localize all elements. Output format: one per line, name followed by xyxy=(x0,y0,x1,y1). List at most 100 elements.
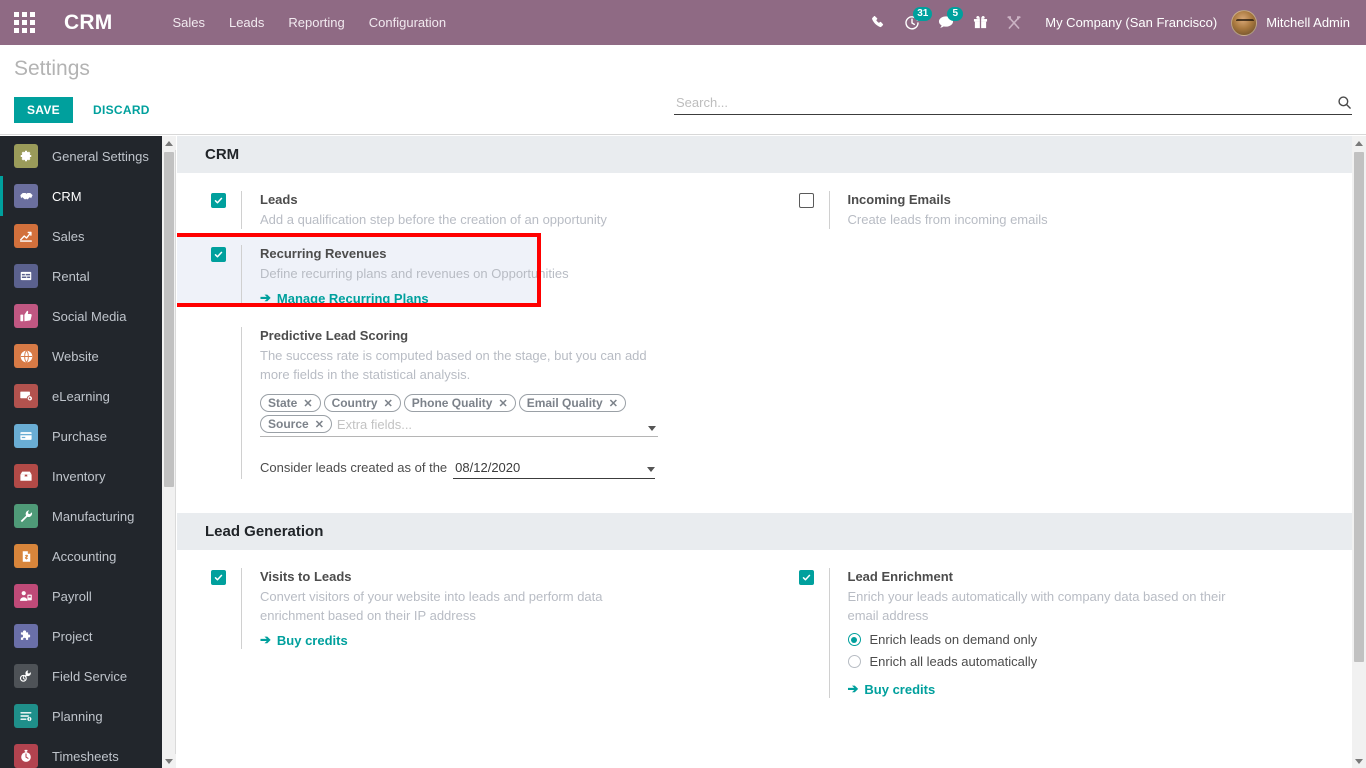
invoice-icon xyxy=(14,544,38,568)
manage-recurring-plans-link[interactable]: ➔ Manage Recurring Plans xyxy=(260,290,429,306)
incoming-emails-checkbox-cell xyxy=(793,191,829,208)
chevron-down-icon[interactable] xyxy=(648,426,656,431)
sidebar-item-manufacturing[interactable]: Manufacturing xyxy=(0,496,162,536)
tag-country[interactable]: Country ✕ xyxy=(323,394,401,412)
menu-leads[interactable]: Leads xyxy=(217,0,276,45)
leads-text: Leads Add a qualification step before th… xyxy=(241,191,747,229)
section-header-lead-generation: Lead Generation xyxy=(177,513,1352,550)
consider-leads-date-field xyxy=(453,459,656,479)
discard-button[interactable]: DISCARD xyxy=(81,97,162,123)
sidebar-item-project[interactable]: Project xyxy=(0,616,162,656)
recurring-revenues-checkbox[interactable] xyxy=(211,247,226,262)
sidebar-item-label: Manufacturing xyxy=(52,508,135,524)
visits-to-leads-checkbox[interactable] xyxy=(211,570,226,585)
content-scroll-thumb[interactable] xyxy=(1354,152,1364,662)
visits-to-leads-buy-credits-link[interactable]: ➔ Buy credits xyxy=(260,632,348,648)
search-icon[interactable] xyxy=(1337,95,1352,110)
tag-remove-icon[interactable]: ✕ xyxy=(303,397,312,410)
page-title: Settings xyxy=(14,57,90,80)
save-button[interactable]: SAVE xyxy=(14,97,73,123)
apps-menu-button[interactable] xyxy=(0,0,48,45)
incoming-emails-checkbox[interactable] xyxy=(798,193,814,208)
section-body-crm: Leads Add a qualification step before th… xyxy=(177,173,1352,489)
radio-enrich-automatically-input[interactable] xyxy=(847,655,861,668)
company-switcher[interactable]: My Company (San Francisco) xyxy=(1045,15,1217,30)
tag-remove-icon[interactable]: ✕ xyxy=(609,397,618,410)
tag-label: Source xyxy=(268,417,309,431)
lead-enrichment-buy-credits-link[interactable]: ➔ Buy credits xyxy=(848,681,936,697)
sidebar-scroll-thumb[interactable] xyxy=(164,152,174,487)
tag-remove-icon[interactable]: ✕ xyxy=(498,397,507,410)
sidebar-scroll-down-button[interactable] xyxy=(162,754,176,768)
tag-source[interactable]: Source ✕ xyxy=(260,415,332,433)
app-brand-name[interactable]: CRM xyxy=(64,11,112,35)
activities-button[interactable]: 31 xyxy=(895,0,933,45)
tag-label: State xyxy=(268,396,298,410)
menu-sales[interactable]: Sales xyxy=(160,0,217,45)
sidebar-item-elearning[interactable]: eLearning xyxy=(0,376,162,416)
sidebar-item-inventory[interactable]: Inventory xyxy=(0,456,162,496)
sidebar-scrollbar[interactable] xyxy=(162,136,176,768)
sidebar-item-crm[interactable]: CRM xyxy=(0,176,162,216)
phone-button[interactable] xyxy=(861,0,895,45)
service-tools-icon xyxy=(14,664,38,688)
radio-enrich-on-demand[interactable]: Enrich leads on demand only xyxy=(847,632,1335,647)
sidebar-item-field-service[interactable]: Field Service xyxy=(0,656,162,696)
menu-reporting[interactable]: Reporting xyxy=(276,0,356,45)
chart-line-icon xyxy=(14,224,38,248)
developer-tools-icon xyxy=(1007,15,1021,29)
messages-button[interactable]: 5 xyxy=(929,0,964,45)
manage-recurring-plans-label: Manage Recurring Plans xyxy=(276,290,429,306)
settings-section-crm: CRM Leads Add a qualification step befor… xyxy=(177,136,1352,489)
menu-configuration[interactable]: Configuration xyxy=(357,0,458,45)
setting-leads: Leads Add a qualification step before th… xyxy=(177,191,765,229)
settings-section-lead-generation: Lead Generation Visits to Leads Convert … xyxy=(177,513,1352,724)
sidebar-item-sales[interactable]: Sales xyxy=(0,216,162,256)
sidebar-item-rental[interactable]: Rental xyxy=(0,256,162,296)
phone-icon xyxy=(871,16,883,28)
content-scroll-down-button[interactable] xyxy=(1352,754,1366,768)
sidebar-item-planning[interactable]: Planning xyxy=(0,696,162,736)
tag-remove-icon[interactable]: ✕ xyxy=(315,418,324,431)
sidebar-item-purchase[interactable]: Purchase xyxy=(0,416,162,456)
tag-phone-quality[interactable]: Phone Quality ✕ xyxy=(403,394,516,412)
handshake-icon xyxy=(14,184,38,208)
leads-checkbox[interactable] xyxy=(211,193,226,208)
gift-button[interactable] xyxy=(963,0,997,45)
lead-enrichment-text: Lead Enrichment Enrich your leads automa… xyxy=(828,568,1335,698)
sidebar-scroll-up-button[interactable] xyxy=(162,136,176,150)
radio-enrich-automatically[interactable]: Enrich all leads automatically xyxy=(847,654,1335,669)
setting-incoming-emails: Incoming Emails Create leads from incomi… xyxy=(765,191,1353,229)
tag-state[interactable]: State ✕ xyxy=(260,394,321,412)
settings-sidebar: General Settings CRM Sales Rental Social Med… xyxy=(0,136,162,768)
consider-leads-date-input[interactable] xyxy=(453,459,624,476)
user-name: Mitchell Admin xyxy=(1266,15,1350,30)
radio-enrich-on-demand-input[interactable] xyxy=(847,633,861,646)
lead-enrichment-checkbox[interactable] xyxy=(798,570,814,585)
arrow-right-icon: ➔ xyxy=(260,290,271,305)
globe-icon xyxy=(14,344,38,368)
sidebar-item-timesheets[interactable]: Timesheets xyxy=(0,736,162,768)
sidebar-item-website[interactable]: Website xyxy=(0,336,162,376)
arrow-right-icon: ➔ xyxy=(260,632,271,647)
screen-share-icon xyxy=(14,384,38,408)
sidebar-item-label: eLearning xyxy=(52,388,110,404)
sidebar-item-label: Sales xyxy=(52,228,85,244)
consider-leads-date-row: Consider leads created as of the xyxy=(260,459,661,479)
sidebar-item-payroll[interactable]: Payroll xyxy=(0,576,162,616)
extra-fields-input[interactable] xyxy=(334,415,658,433)
chevron-down-icon[interactable] xyxy=(647,467,656,472)
box-icon xyxy=(14,464,38,488)
search-input[interactable] xyxy=(674,95,1337,110)
tag-email-quality[interactable]: Email Quality ✕ xyxy=(518,394,626,412)
sidebar-item-general-settings[interactable]: General Settings xyxy=(0,136,162,176)
content-scrollbar[interactable] xyxy=(1352,136,1366,768)
user-menu[interactable]: Mitchell Admin xyxy=(1231,9,1354,36)
sidebar-item-accounting[interactable]: Accounting xyxy=(0,536,162,576)
developer-tools-button[interactable] xyxy=(997,0,1031,45)
tag-remove-icon[interactable]: ✕ xyxy=(384,397,393,410)
extra-fields-tag-input[interactable]: State ✕ Country ✕ Phone Quality ✕ Email Qualit… xyxy=(260,394,658,437)
content-scroll-up-button[interactable] xyxy=(1352,136,1366,150)
sidebar-item-social-media[interactable]: Social Media xyxy=(0,296,162,336)
